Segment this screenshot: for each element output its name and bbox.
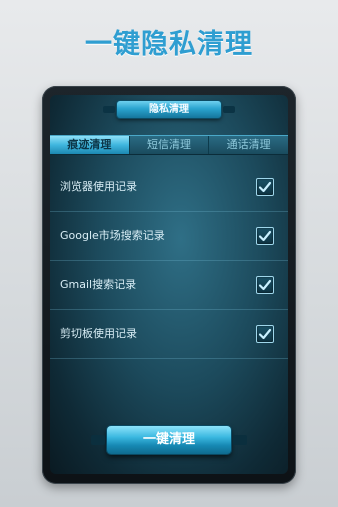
clipboard-history-checkbox[interactable] [256,325,274,343]
google-market-search-checkbox[interactable] [256,227,274,245]
list-item-browser-history[interactable]: 浏览器使用记录 [50,163,288,212]
tab-call-clean[interactable]: 通话清理 [208,136,288,154]
tab-sms-clean[interactable]: 短信清理 [128,136,209,154]
list-item-google-market-search[interactable]: Google市场搜索记录 [50,212,288,261]
clean-item-list: 浏览器使用记录 Google市场搜索记录 Gmail搜索记录 剪切板使用记录 [50,163,288,359]
panel-title: 隐私清理 [103,101,235,118]
privacy-panel: 隐私清理 痕迹清理 短信清理 通话清理 浏览器使用记录 Google市场搜索记录… [50,95,288,474]
tab-trace-clean[interactable]: 痕迹清理 [50,136,129,154]
checkmark-icon [258,279,272,291]
list-item-label: Google市场搜索记录 [60,229,165,242]
list-item-clipboard-history[interactable]: 剪切板使用记录 [50,310,288,359]
list-item-label: 剪切板使用记录 [60,327,137,340]
checkmark-icon [258,181,272,193]
browser-history-checkbox[interactable] [256,178,274,196]
checkmark-icon [258,328,272,340]
one-click-clean-button[interactable]: 一键清理 [91,426,247,454]
page-headline: 一键隐私清理 [85,29,253,60]
phone-frame: 隐私清理 痕迹清理 短信清理 通话清理 浏览器使用记录 Google市场搜索记录… [42,86,296,484]
list-item-gmail-search[interactable]: Gmail搜索记录 [50,261,288,310]
list-item-label: Gmail搜索记录 [60,278,137,291]
tab-bar: 痕迹清理 短信清理 通话清理 [50,135,288,155]
list-item-label: 浏览器使用记录 [60,180,137,193]
checkmark-icon [258,230,272,242]
gmail-search-checkbox[interactable] [256,276,274,294]
